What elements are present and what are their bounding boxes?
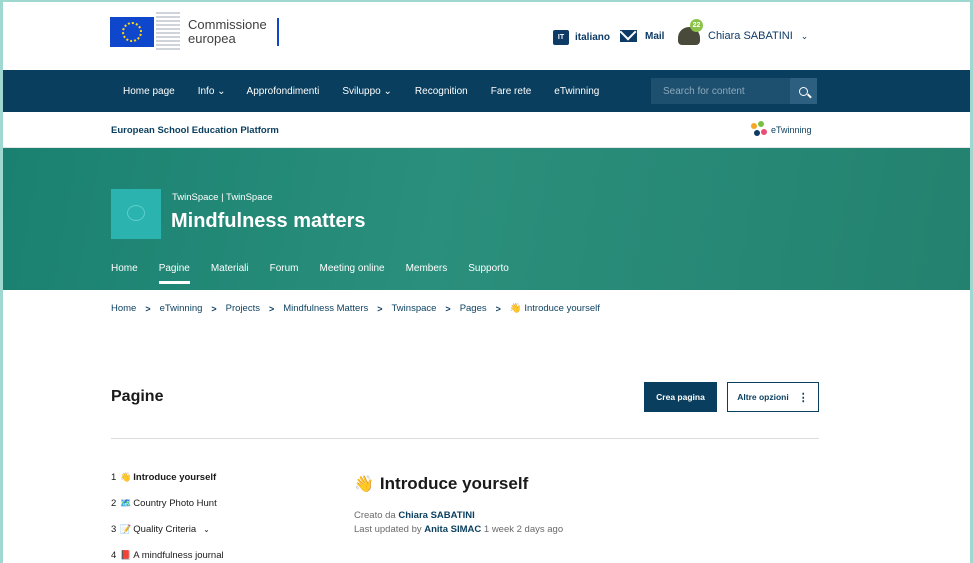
logo-separator [276,18,279,46]
nav-item-fare-rete[interactable]: Fare rete [491,86,532,97]
memo-icon: 📝 [120,524,132,534]
divider [111,438,819,439]
last-updated: Last updated by Anita SIMAC 1 week 2 day… [354,524,564,535]
chevron-right-icon: > [268,303,275,314]
map-icon: 🗺️ [120,498,132,508]
tab-pagine[interactable]: Pagine [158,263,190,284]
chevron-down-icon[interactable]: ⌄ [203,525,210,534]
main-navigation: Home page Info ⌄ Approfondimenti Svilupp… [0,70,973,112]
project-thumbnail [111,189,161,239]
search-input[interactable] [651,78,790,104]
list-item[interactable]: 3 📝 Quality Criteria ⌄ [111,523,224,536]
user-name: Chiara SABATINI [708,30,793,42]
european-commission-logo[interactable]: Commissione europea [110,12,279,52]
ec-building-icon [156,12,180,52]
nav-item-recognition[interactable]: Recognition [415,86,468,97]
platform-bar: European School Education Platform eTwin… [0,112,973,148]
create-page-button[interactable]: Crea pagina [644,382,717,412]
eu-flag-icon [110,17,154,47]
language-selector[interactable]: IT italiano [553,30,610,45]
breadcrumb-projects[interactable]: Projects [226,303,260,314]
tab-meeting-online[interactable]: Meeting online [320,263,385,284]
page-title: Pagine [111,388,164,405]
mail-label: Mail [645,30,665,42]
breadcrumb: Home > eTwinning > Projects > Mindfulnes… [111,303,600,314]
kebab-menu-icon: ⋮ [797,391,809,404]
breadcrumb-mindfulness-matters[interactable]: Mindfulness Matters [283,303,368,314]
creator-link[interactable]: Chiara SABATINI [398,510,474,521]
chevron-right-icon: > [211,303,217,314]
language-code-icon: IT [553,30,569,45]
tab-home[interactable]: Home [111,263,138,284]
list-item[interactable]: 1 👋 Introduce yourself [111,471,224,484]
project-hero: TwinSpace | TwinSpace Mindfulness matter… [0,148,973,290]
content-title-text: Introduce yourself [379,474,529,493]
chevron-right-icon: > [445,303,451,314]
search-box [651,78,817,104]
mail-link[interactable]: Mail [620,30,664,42]
waving-hand-icon: 👋 [354,476,374,493]
tab-members[interactable]: Members [406,263,448,284]
project-tabs: Home Pagine Materiali Forum Meeting onli… [111,263,530,284]
tab-supporto[interactable]: Supporto [468,263,509,284]
etwinning-logo-label: eTwinning [771,125,812,135]
created-by: Creato da Chiara SABATINI [354,510,475,521]
site-header: Commissione europea IT italiano Mail 22 … [0,2,973,70]
user-menu[interactable]: 22 Chiara SABATINI ⌄ [678,19,809,45]
list-item[interactable]: 2 🗺️ Country Photo Hunt [111,497,224,510]
chevron-right-icon: > [145,303,151,314]
waving-hand-icon: 👋 [120,472,132,482]
search-button[interactable] [790,78,817,104]
envelope-icon [620,30,637,42]
breadcrumb-etwinning[interactable]: eTwinning [160,303,203,314]
tab-materiali[interactable]: Materiali [211,263,249,284]
list-item[interactable]: 4 📕 A mindfulness journal [111,549,224,562]
more-options-button[interactable]: Altre opzioni ⋮ [727,382,819,412]
etwinning-logo[interactable]: eTwinning [748,121,812,139]
book-icon: 📕 [120,550,132,560]
nav-item-home-page[interactable]: Home page [123,86,175,97]
search-icon [799,86,808,96]
breadcrumb-current: 👋 Introduce yourself [509,303,600,314]
pages-list: 1 👋 Introduce yourself 2 🗺️ Country Phot… [111,471,224,563]
platform-title[interactable]: European School Education Platform [111,125,279,136]
logo-text: Commissione europea [188,17,267,46]
breadcrumb-twinspace[interactable]: Twinspace [392,303,437,314]
project-title: Mindfulness matters [171,210,366,232]
tab-forum[interactable]: Forum [270,263,299,284]
nav-item-etwinning[interactable]: eTwinning [554,86,599,97]
nav-item-info[interactable]: Info ⌄ [198,86,226,97]
chevron-down-icon: ⌄ [800,30,809,41]
hero-subtitle: TwinSpace | TwinSpace [172,192,273,203]
chevron-right-icon: > [495,303,501,314]
chevron-right-icon: > [377,303,383,314]
updater-link[interactable]: Anita SIMAC [424,524,481,535]
more-options-label: Altre opzioni [737,392,789,402]
avatar: 22 [678,19,703,45]
language-label: italiano [575,32,611,43]
window-frame-left [0,0,3,563]
etwinning-logo-icon [748,121,768,139]
breadcrumb-pages[interactable]: Pages [460,303,487,314]
nav-item-sviluppo[interactable]: Sviluppo ⌄ [342,86,392,97]
content-title: 👋 Introduce yourself [354,474,528,494]
notification-badge: 22 [690,19,703,32]
nav-item-approfondimenti[interactable]: Approfondimenti [247,86,320,97]
breadcrumb-home[interactable]: Home [111,303,136,314]
